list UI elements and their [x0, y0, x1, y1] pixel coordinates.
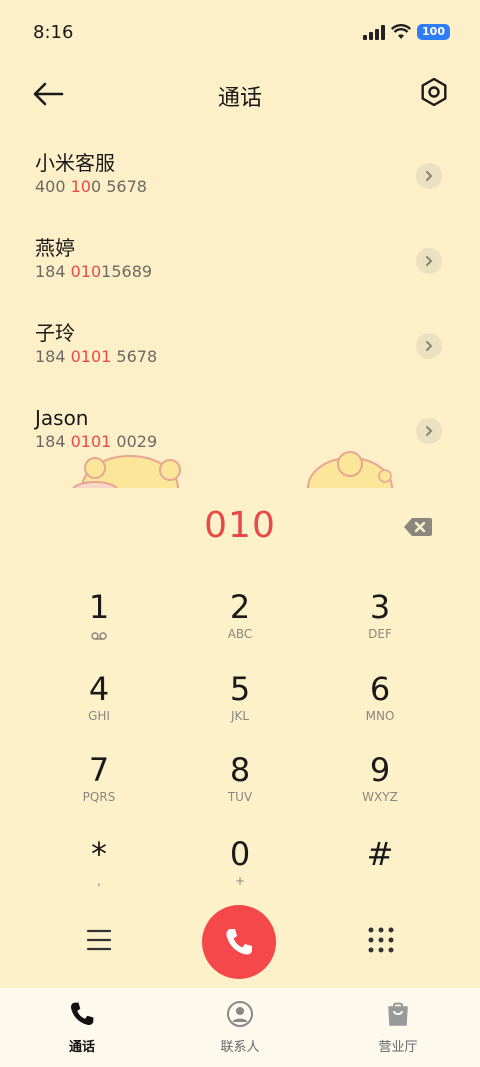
- dial-key-hash[interactable]: #: [320, 835, 440, 905]
- voicemail-icon: [91, 632, 107, 640]
- phone-icon: [226, 929, 252, 955]
- contact-row[interactable]: 子玲 184 0101 5678: [0, 308, 480, 393]
- dial-key-0[interactable]: 0 +: [180, 835, 300, 905]
- dial-key-8[interactable]: 8 TUV: [180, 751, 300, 821]
- call-button[interactable]: [202, 905, 276, 979]
- dial-key-4[interactable]: 4 GHI: [39, 670, 159, 740]
- battery-indicator: 100: [417, 24, 450, 40]
- signal-icon: [363, 24, 386, 40]
- contact-number: 184 0101 5678: [35, 347, 158, 366]
- contact-name: 小米客服: [35, 151, 115, 175]
- contact-name: 子玲: [35, 321, 75, 345]
- nav-contacts[interactable]: 联系人: [180, 1000, 300, 1055]
- dial-key-5[interactable]: 5 JKL: [180, 670, 300, 740]
- contact-icon: [227, 1001, 253, 1027]
- settings-icon[interactable]: [418, 76, 450, 108]
- contact-name: Jason: [35, 406, 89, 430]
- menu-icon[interactable]: [86, 928, 112, 952]
- chevron-right-icon[interactable]: [416, 163, 442, 189]
- dial-key-9[interactable]: 9 WXYZ: [320, 751, 440, 821]
- contact-name: 燕婷: [35, 236, 75, 260]
- backspace-icon[interactable]: [403, 516, 433, 538]
- wifi-icon: [391, 24, 412, 39]
- dial-key-star[interactable]: *,: [39, 835, 159, 905]
- nav-service-hall[interactable]: 营业厅: [338, 1000, 458, 1055]
- shopping-bag-icon: [388, 1002, 408, 1026]
- decorative-bears-illustration: [72, 451, 393, 490]
- bottom-nav: 通话 联系人 营业厅: [0, 988, 480, 1067]
- phone-icon: [70, 1002, 94, 1026]
- contact-row[interactable]: 小米客服 400 100 5678: [0, 138, 480, 223]
- chevron-right-icon[interactable]: [416, 418, 442, 444]
- chevron-right-icon[interactable]: [416, 248, 442, 274]
- app-header: 通话: [0, 66, 480, 122]
- dial-key-7[interactable]: 7 PQRS: [39, 751, 159, 821]
- status-bar: 8:16 100: [0, 0, 480, 66]
- dial-key-1[interactable]: 1: [39, 588, 159, 658]
- chevron-right-icon[interactable]: [416, 333, 442, 359]
- contact-row[interactable]: 燕婷 184 01015689: [0, 223, 480, 308]
- status-icons: 100: [363, 24, 450, 40]
- contact-number: 400 100 5678: [35, 177, 147, 196]
- dial-key-6[interactable]: 6 MNO: [320, 670, 440, 740]
- page-title: 通话: [217, 86, 262, 111]
- status-time: 8:16: [33, 22, 74, 43]
- dialpad-toggle-icon[interactable]: [368, 927, 394, 953]
- nav-calls[interactable]: 通话: [22, 1000, 142, 1055]
- dial-key-2[interactable]: 2 ABC: [180, 588, 300, 658]
- contact-number: 184 01015689: [35, 262, 153, 281]
- contact-suggestion-list: 小米客服 400 100 5678 燕婷 184 01015689 子玲 184…: [0, 138, 480, 478]
- dial-key-3[interactable]: 3 DEF: [320, 588, 440, 658]
